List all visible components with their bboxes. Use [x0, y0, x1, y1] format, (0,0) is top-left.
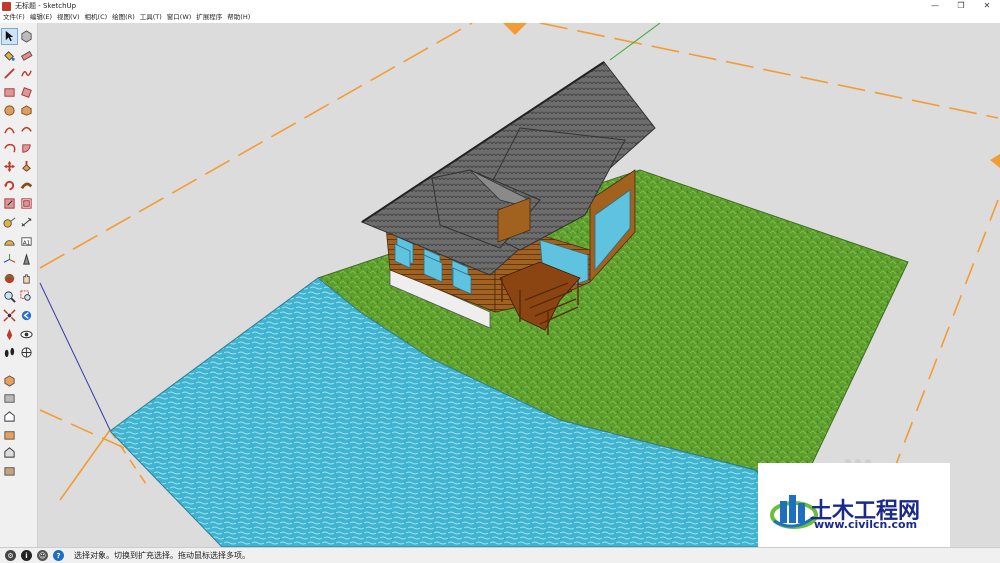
scale-icon[interactable]	[2, 196, 17, 211]
two-point-arc-icon[interactable]	[19, 122, 34, 137]
window-title: 无标题 - SketchUp	[15, 2, 77, 10]
menu-draw[interactable]: 绘图(R)	[112, 12, 135, 23]
watermark-url: www.civilcn.com	[814, 518, 918, 531]
title-bar: 无标题 - SketchUp — ❐ ✕	[0, 0, 1000, 12]
pan-icon[interactable]	[19, 271, 34, 286]
help-icon[interactable]: ?	[53, 550, 64, 561]
select-icon[interactable]	[1, 28, 18, 45]
menu-window[interactable]: 窗口(W)	[167, 12, 192, 23]
pie-icon[interactable]	[19, 141, 34, 156]
blue-axis	[39, 282, 111, 431]
freehand-icon[interactable]	[19, 66, 34, 81]
follow-me-icon[interactable]	[19, 178, 34, 193]
text-icon[interactable]: A1	[19, 234, 34, 249]
status-message: 选择对象。切换到扩充选择。拖动鼠标选择多项。	[74, 551, 250, 560]
front-view-icon[interactable]	[2, 409, 17, 424]
sketchup-app-icon	[2, 1, 11, 11]
close-button[interactable]: ✕	[974, 0, 1000, 12]
menu-view[interactable]: 视图(V)	[57, 12, 80, 23]
menu-extensions[interactable]: 扩展程序	[196, 12, 222, 23]
minimize-button[interactable]: —	[922, 0, 948, 12]
window-controls: — ❐ ✕	[922, 0, 1000, 12]
zoom-extents-icon[interactable]	[2, 308, 17, 323]
line-icon[interactable]	[2, 66, 17, 81]
iso-view-icon[interactable]	[2, 373, 17, 388]
polygon-icon[interactable]	[19, 103, 34, 118]
push-pull-icon[interactable]	[19, 159, 34, 174]
circle-icon[interactable]	[2, 103, 17, 118]
civilcn-watermark: 土木工程网 www.civilcn.com	[758, 463, 950, 558]
left-view-icon[interactable]	[2, 463, 17, 478]
eraser-icon[interactable]	[19, 48, 34, 63]
right-view-icon[interactable]	[2, 427, 17, 442]
section-plane-icon[interactable]	[19, 345, 34, 360]
menu-file[interactable]: 文件(F)	[3, 12, 25, 23]
position-camera-icon[interactable]	[2, 327, 17, 342]
move-icon[interactable]	[2, 159, 17, 174]
tape-measure-icon[interactable]	[2, 215, 17, 230]
walk-icon[interactable]	[2, 345, 17, 360]
svg-text:A1: A1	[23, 240, 31, 246]
status-bar: ⚙ i ☺ ? 选择对象。切换到扩充选择。拖动鼠标选择多项。	[0, 547, 1000, 563]
menu-bar: 文件(F) 编辑(E) 视图(V) 相机(C) 绘图(R) 工具(T) 窗口(W…	[0, 12, 1000, 23]
rotated-rectangle-icon[interactable]	[19, 85, 34, 100]
north-marker	[503, 23, 527, 35]
rotate-icon[interactable]	[2, 178, 17, 193]
zoom-window-icon[interactable]	[19, 289, 34, 304]
offset-icon[interactable]	[19, 196, 34, 211]
look-around-icon[interactable]	[19, 327, 34, 342]
menu-help[interactable]: 帮助(H)	[227, 12, 250, 23]
large-tool-set: A1	[0, 23, 38, 547]
component-icon[interactable]	[19, 29, 34, 44]
edge-marker	[990, 154, 1000, 168]
restore-button[interactable]: ❐	[948, 0, 974, 12]
arc-icon[interactable]	[2, 122, 17, 137]
menu-edit[interactable]: 编辑(E)	[30, 12, 52, 23]
three-point-arc-icon[interactable]	[2, 141, 17, 156]
3d-text-icon[interactable]	[19, 252, 34, 267]
protractor-icon[interactable]	[2, 234, 17, 249]
rectangle-icon[interactable]	[2, 85, 17, 100]
credits-icon[interactable]: i	[21, 550, 32, 561]
dimension-icon[interactable]	[19, 215, 34, 230]
menu-camera[interactable]: 相机(C)	[85, 12, 108, 23]
paint-bucket-icon[interactable]	[2, 48, 17, 63]
top-view-icon[interactable]	[2, 391, 17, 406]
sketchup-window: 无标题 - SketchUp — ❐ ✕ 文件(F) 编辑(E) 视图(V) 相…	[0, 0, 1000, 563]
zoom-icon[interactable]	[2, 289, 17, 304]
previous-view-icon[interactable]	[19, 308, 34, 323]
axes-icon[interactable]	[2, 252, 17, 267]
orbit-icon[interactable]	[2, 271, 17, 286]
user-account-icon[interactable]: ☺	[37, 550, 48, 561]
green-axis	[609, 23, 661, 61]
back-view-icon[interactable]	[2, 445, 17, 460]
geo-location-icon[interactable]: ⚙	[5, 550, 16, 561]
menu-tools[interactable]: 工具(T)	[140, 12, 162, 23]
